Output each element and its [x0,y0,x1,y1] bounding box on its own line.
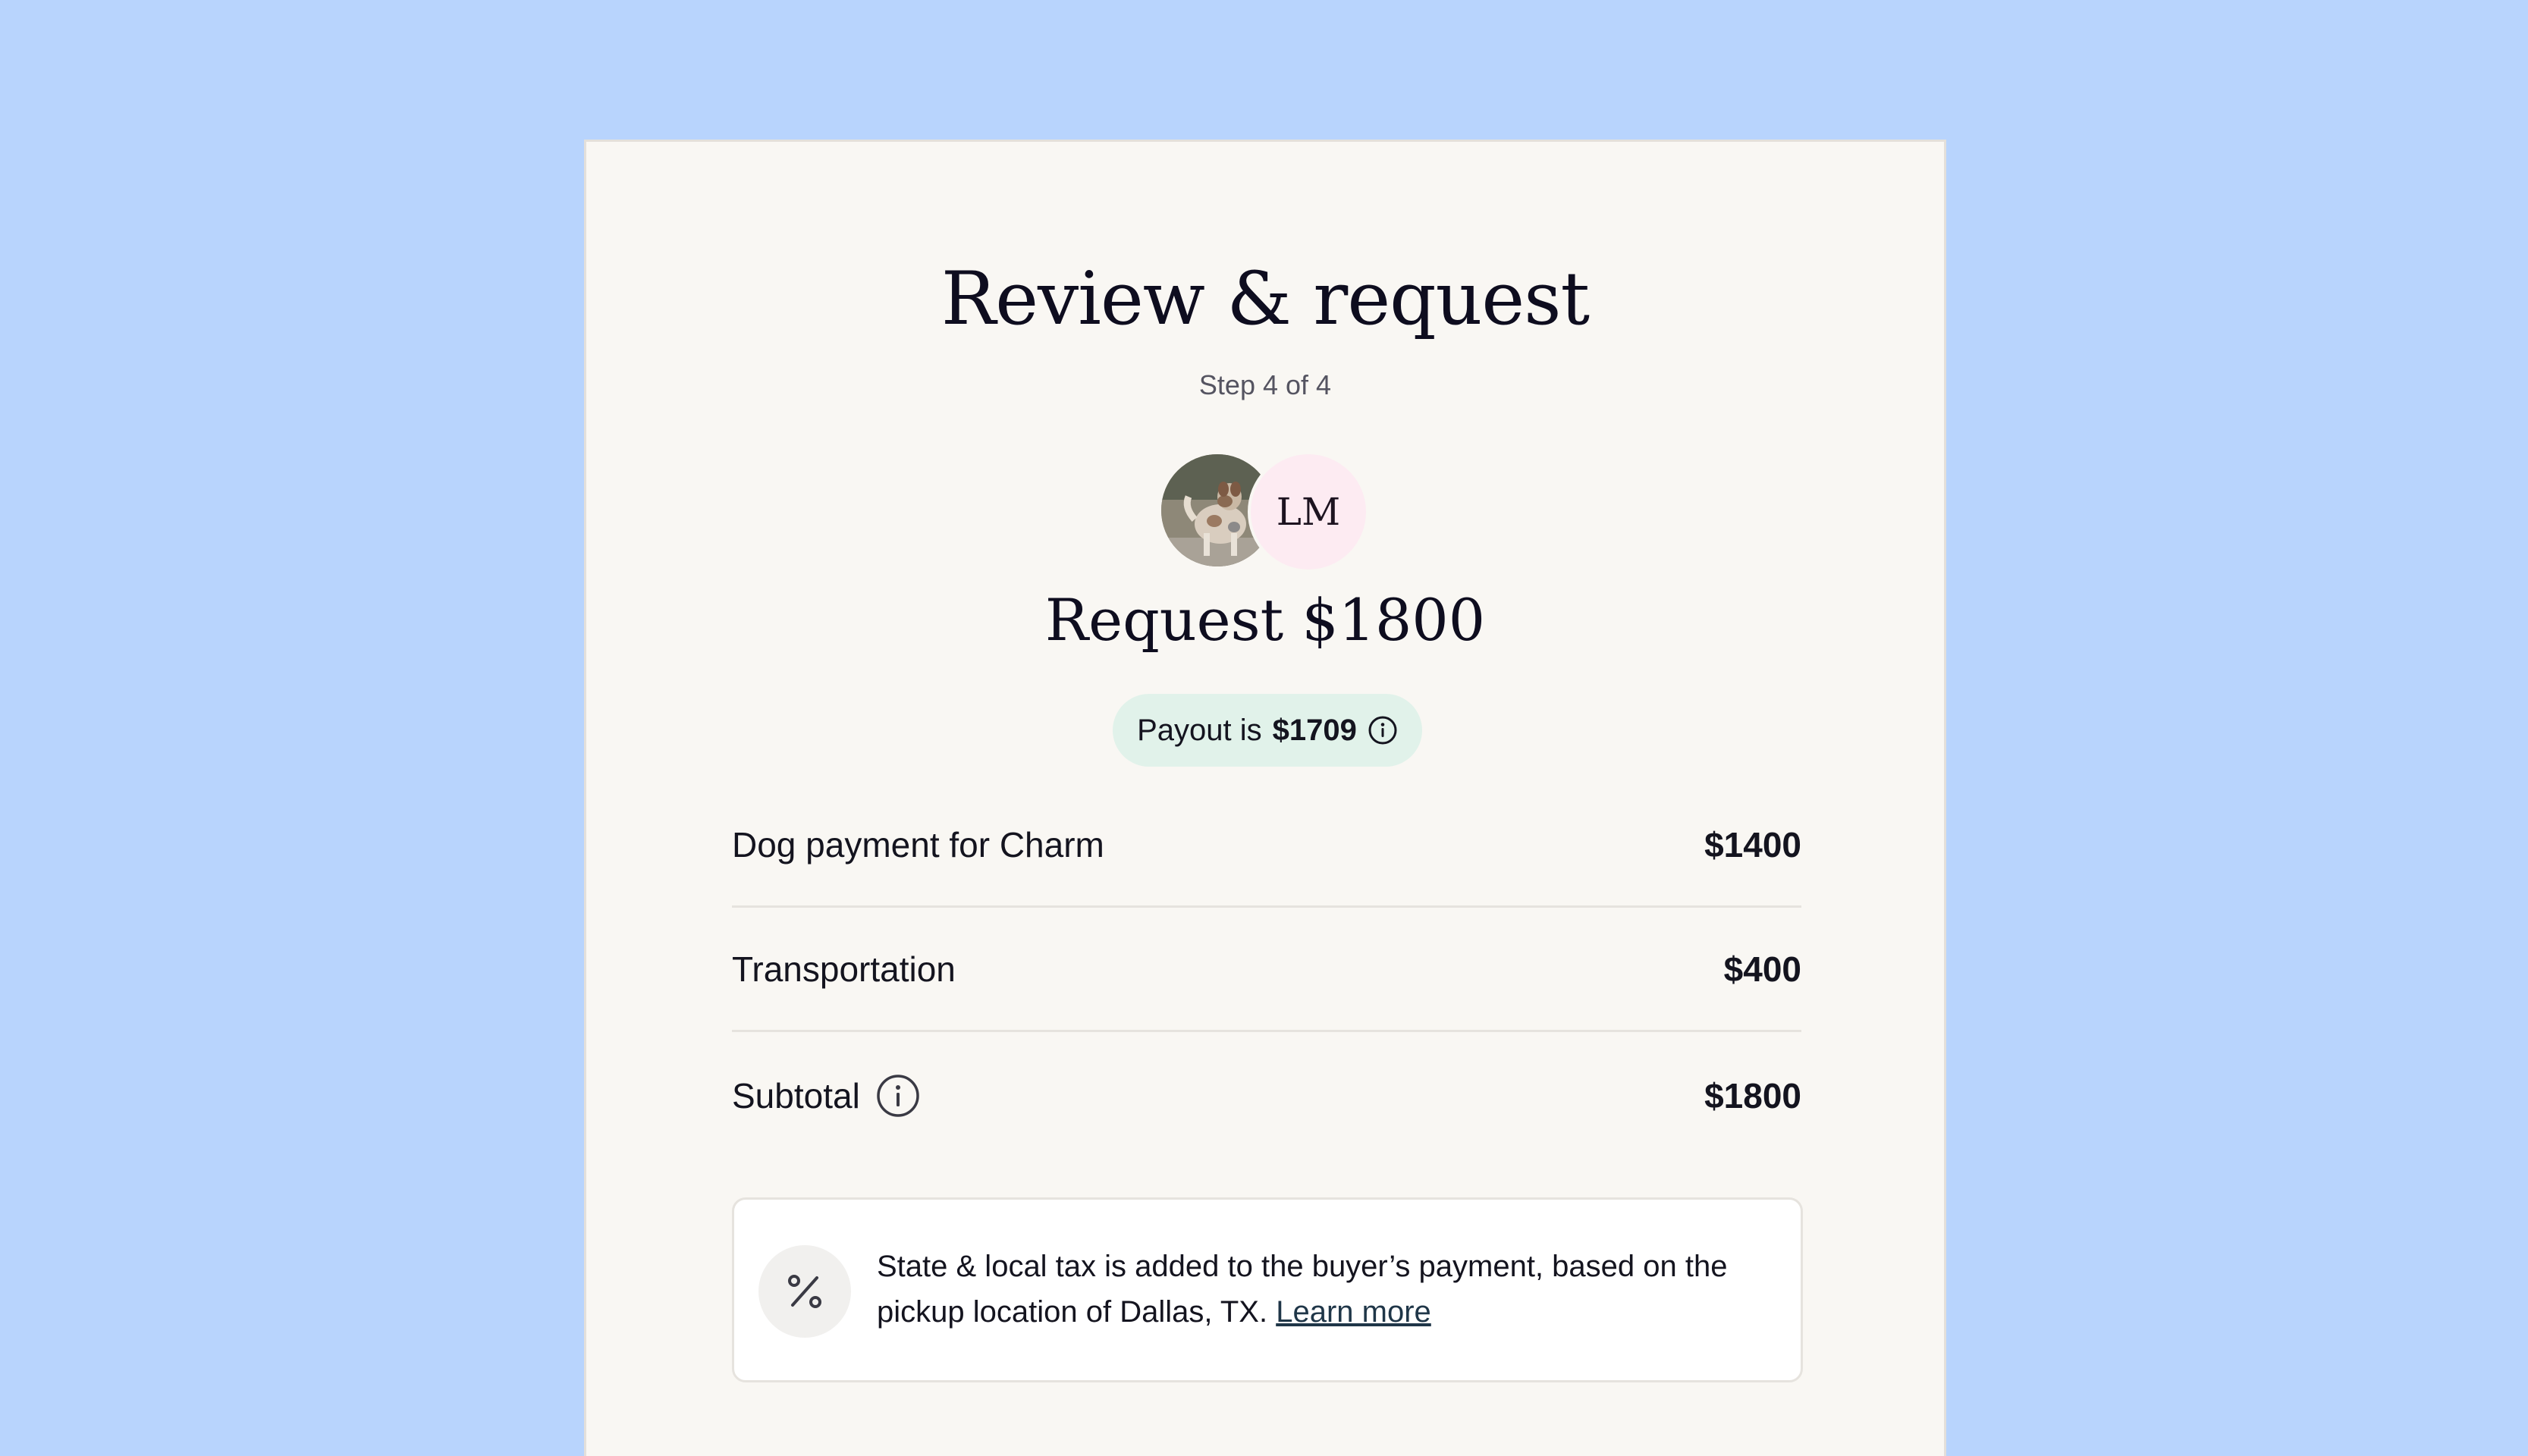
subtotal-label-wrap: Subtotal [732,1073,921,1119]
subtotal-row: Subtotal $1800 [732,1034,1801,1158]
tax-notice-text-block: State & local tax is added to the buyer’… [877,1244,1772,1335]
line-item-dog-payment: Dog payment for Charm $1400 [732,783,1801,908]
page: Review & request Step 4 of 4 LM Request … [0,0,2528,1456]
tax-notice: State & local tax is added to the buyer’… [732,1197,1803,1382]
percent-icon [758,1245,851,1338]
line-item-label: Transportation [732,949,956,989]
payout-badge[interactable]: Payout is $1709 [1113,694,1422,767]
subtotal-value: $1800 [1704,1076,1801,1116]
avatar-group: LM [1158,451,1386,573]
buyer-initials-avatar: LM [1248,451,1369,573]
info-icon[interactable] [1368,715,1398,745]
step-indicator: Step 4 of 4 [1198,369,1332,400]
learn-more-link[interactable]: Learn more [1276,1295,1431,1329]
line-item-label: Dog payment for Charm [732,824,1104,864]
payout-amount: $1709 [1272,713,1357,747]
payout-prefix: Payout is [1137,713,1262,747]
review-card: Review & request Step 4 of 4 LM Request … [584,140,1946,1456]
subtotal-info-icon[interactable] [875,1073,921,1119]
page-title: Review & request [941,256,1590,341]
line-item-value: $400 [1723,949,1801,989]
line-item-value: $1400 [1704,824,1801,864]
request-amount: Request $1800 [1044,586,1486,654]
line-item-transportation: Transportation $400 [732,908,1801,1032]
subtotal-label: Subtotal [732,1076,860,1116]
